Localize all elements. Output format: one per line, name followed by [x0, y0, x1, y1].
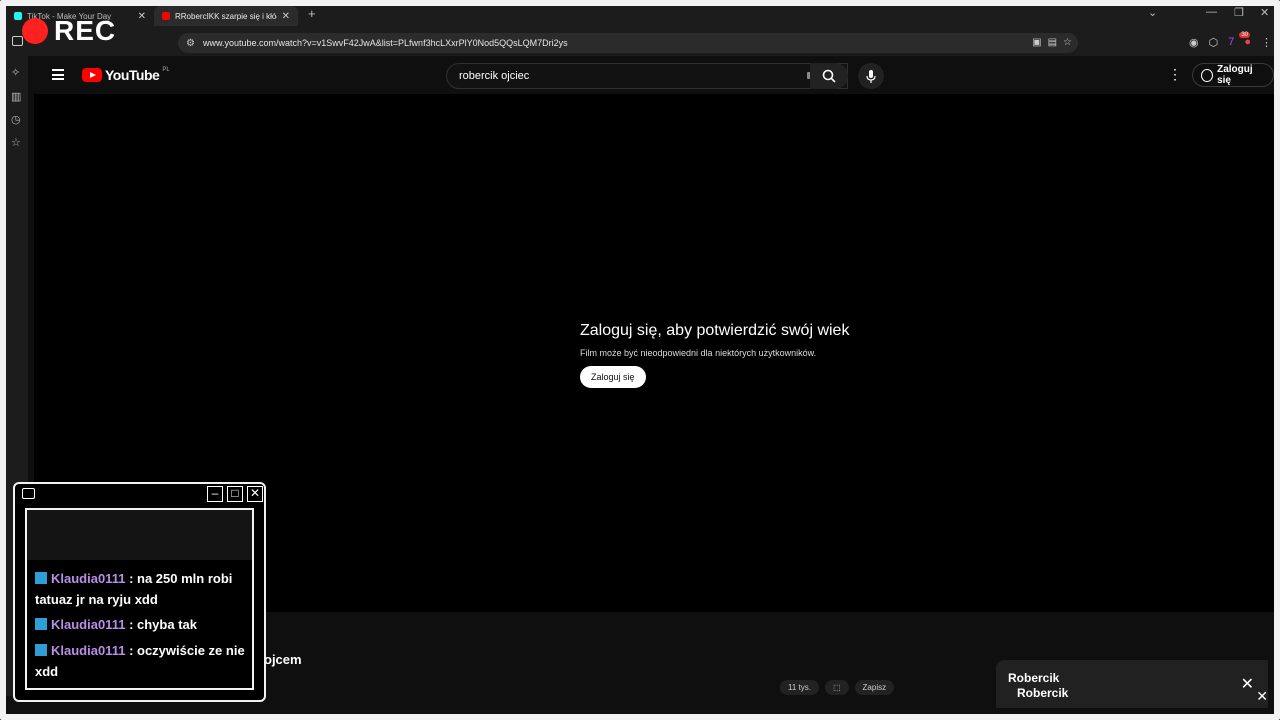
screen-border [0, 0, 1280, 720]
